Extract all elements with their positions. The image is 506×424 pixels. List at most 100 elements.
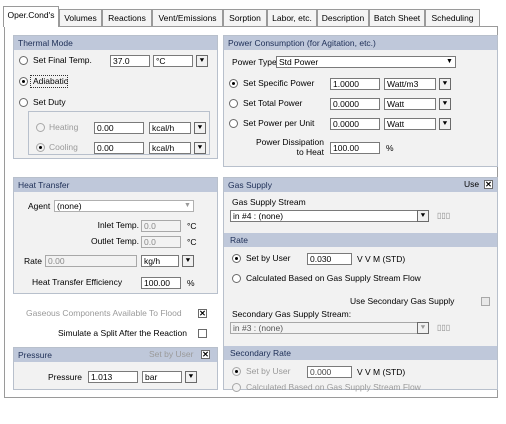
gas-rate-field[interactable]: 0.030 bbox=[307, 253, 352, 265]
rate-unit[interactable]: kg/h bbox=[141, 255, 179, 267]
secondary-stream-label: Secondary Gas Supply Stream: bbox=[232, 309, 352, 319]
secondary-rate-calculated-radio[interactable] bbox=[232, 383, 241, 392]
rate-field[interactable]: 0.00 bbox=[45, 255, 137, 267]
heating-unit[interactable]: kcal/h bbox=[149, 122, 191, 134]
rate-unit-dropdown[interactable]: ⯆ bbox=[182, 255, 194, 267]
gas-supply-title: Gas Supply bbox=[224, 178, 497, 192]
tab-reactions[interactable]: Reactions bbox=[102, 9, 152, 26]
efficiency-unit: % bbox=[187, 278, 195, 288]
simulate-split-checkbox[interactable] bbox=[198, 329, 207, 338]
inlet-temp-field[interactable]: 0.0 bbox=[141, 220, 181, 232]
heating-field[interactable]: 0.00 bbox=[94, 122, 144, 134]
stream-tools-icon[interactable]: ▯▯▯ bbox=[437, 210, 457, 222]
agent-select[interactable]: (none) bbox=[54, 200, 194, 212]
total-power-label: Set Total Power bbox=[243, 98, 303, 108]
pressure-unit-dropdown[interactable]: ⯆ bbox=[185, 371, 197, 383]
cooling-unit[interactable]: kcal/h bbox=[149, 142, 191, 154]
power-per-unit-dropdown[interactable]: ⯆ bbox=[439, 118, 451, 130]
pressure-panel: Pressure Set by User ✕ Pressure 1.013 ba… bbox=[13, 347, 218, 390]
cooling-field[interactable]: 0.00 bbox=[94, 142, 144, 154]
power-consumption-title: Power Consumption (for Agitation, etc.) bbox=[224, 36, 497, 50]
pressure-set-by-user-checkbox[interactable]: ✕ bbox=[201, 350, 210, 359]
pressure-unit[interactable]: bar bbox=[142, 371, 182, 383]
gas-rate-set-by-user-label: Set by User bbox=[246, 253, 291, 263]
heat-transfer-panel: Heat Transfer Agent (none) ▼ Inlet Temp.… bbox=[13, 177, 218, 294]
power-consumption-panel: Power Consumption (for Agitation, etc.) … bbox=[223, 35, 498, 167]
pressure-field[interactable]: 1.013 bbox=[88, 371, 138, 383]
tab-batch-sheet[interactable]: Batch Sheet bbox=[369, 9, 425, 26]
adiabatic-label: Adiabatic bbox=[33, 76, 68, 86]
tab-strip: Oper.Cond's Volumes Reactions Vent/Emiss… bbox=[0, 0, 506, 27]
power-type-select[interactable]: Std Power bbox=[276, 56, 456, 68]
stream-tools-icon[interactable]: ▯▯▯ bbox=[437, 322, 457, 334]
outlet-temp-field[interactable]: 0.0 bbox=[141, 236, 181, 248]
gas-use-checkbox[interactable]: ✕ bbox=[484, 180, 493, 189]
gaseous-components-checkbox[interactable]: ✕ bbox=[198, 309, 207, 318]
power-dissipation-label-2: to Heat bbox=[296, 147, 324, 157]
total-power-unit[interactable]: Watt bbox=[384, 98, 436, 110]
secondary-rate-field[interactable]: 0.000 bbox=[307, 366, 352, 378]
specific-power-unit[interactable]: Watt/m3 bbox=[384, 78, 436, 90]
heat-transfer-title: Heat Transfer bbox=[14, 178, 217, 192]
gas-stream-dropdown[interactable]: ⯆ bbox=[417, 210, 429, 222]
specific-power-field[interactable]: 1.0000 bbox=[330, 78, 380, 90]
tab-volumes[interactable]: Volumes bbox=[59, 9, 102, 26]
power-per-unit-unit[interactable]: Watt bbox=[384, 118, 436, 130]
chevron-down-icon: ⯆ bbox=[187, 372, 195, 381]
specific-power-unit-dropdown[interactable]: ⯆ bbox=[439, 78, 451, 90]
tab-sorption[interactable]: Sorption bbox=[223, 9, 267, 26]
total-power-field[interactable]: 0.0000 bbox=[330, 98, 380, 110]
chevron-down-icon: ⯆ bbox=[196, 143, 204, 152]
chevron-down-icon: ⯆ bbox=[441, 99, 449, 108]
final-temp-radio[interactable] bbox=[19, 56, 28, 65]
gas-rate-unit: V V M (STD) bbox=[357, 254, 406, 264]
efficiency-field[interactable]: 100.00 bbox=[141, 277, 181, 289]
inlet-temp-unit: °C bbox=[187, 221, 197, 231]
chevron-down-icon: ▼ bbox=[446, 58, 453, 65]
chevron-down-icon: ⯆ bbox=[419, 323, 427, 332]
power-per-unit-radio[interactable] bbox=[229, 119, 238, 128]
secondary-rate-set-by-user-radio[interactable] bbox=[232, 367, 241, 376]
chevron-down-icon: ⯆ bbox=[184, 256, 192, 265]
secondary-stream-select[interactable]: in #3 : (none) bbox=[230, 322, 422, 334]
simulate-split-label: Simulate a Split After the Reaction bbox=[58, 328, 187, 338]
agent-label: Agent bbox=[28, 201, 51, 211]
cooling-unit-dropdown[interactable]: ⯆ bbox=[194, 142, 206, 154]
power-dissipation-field[interactable]: 100.00 bbox=[330, 142, 380, 154]
secondary-gas-use-label: Use Secondary Gas Supply bbox=[350, 296, 455, 306]
final-temp-unit-dropdown[interactable]: ⯆ bbox=[196, 55, 208, 67]
pressure-set-by-user-label: Set by User bbox=[149, 349, 194, 359]
secondary-rate-title: Secondary Rate bbox=[224, 346, 497, 360]
gas-rate-calculated-label: Calculated Based on Gas Supply Stream Fl… bbox=[246, 273, 421, 283]
gas-rate-set-by-user-radio[interactable] bbox=[232, 254, 241, 263]
tab-vent-emissions[interactable]: Vent/Emissions bbox=[152, 9, 223, 26]
adiabatic-radio[interactable] bbox=[19, 77, 28, 86]
thermal-mode-panel: Thermal Mode Set Final Temp. 37.0 °C ⯆ A… bbox=[13, 35, 218, 159]
set-duty-label: Set Duty bbox=[33, 97, 66, 107]
power-per-unit-label: Set Power per Unit bbox=[243, 118, 315, 128]
chevron-down-icon: ▼ bbox=[184, 202, 191, 209]
tab-oper-conds[interactable]: Oper.Cond's bbox=[3, 6, 59, 27]
gas-supply-panel: Gas Supply Use ✕ Gas Supply Stream in #4… bbox=[223, 177, 498, 392]
chevron-down-icon: ⯆ bbox=[198, 56, 206, 65]
pressure-label: Pressure bbox=[48, 372, 83, 382]
outlet-temp-label: Outlet Temp. bbox=[90, 236, 139, 246]
heating-unit-dropdown[interactable]: ⯆ bbox=[194, 122, 206, 134]
final-temp-unit[interactable]: °C bbox=[153, 55, 193, 67]
gas-stream-select[interactable]: in #4 : (none) bbox=[230, 210, 422, 222]
total-power-radio[interactable] bbox=[229, 99, 238, 108]
tab-scheduling[interactable]: Scheduling bbox=[425, 9, 480, 26]
heating-radio[interactable] bbox=[36, 123, 45, 132]
final-temp-field[interactable]: 37.0 bbox=[110, 55, 150, 67]
tab-description[interactable]: Description bbox=[317, 9, 369, 26]
specific-power-radio[interactable] bbox=[229, 79, 238, 88]
efficiency-label: Heat Transfer Efficiency bbox=[32, 277, 123, 287]
cooling-radio[interactable] bbox=[36, 143, 45, 152]
tab-labor[interactable]: Labor, etc. bbox=[267, 9, 317, 26]
total-power-unit-dropdown[interactable]: ⯆ bbox=[439, 98, 451, 110]
set-duty-radio[interactable] bbox=[19, 98, 28, 107]
gas-rate-calculated-radio[interactable] bbox=[232, 274, 241, 283]
secondary-stream-dropdown[interactable]: ⯆ bbox=[417, 322, 429, 334]
secondary-gas-use-checkbox[interactable] bbox=[481, 297, 490, 306]
power-per-unit-field[interactable]: 0.0000 bbox=[330, 118, 380, 130]
